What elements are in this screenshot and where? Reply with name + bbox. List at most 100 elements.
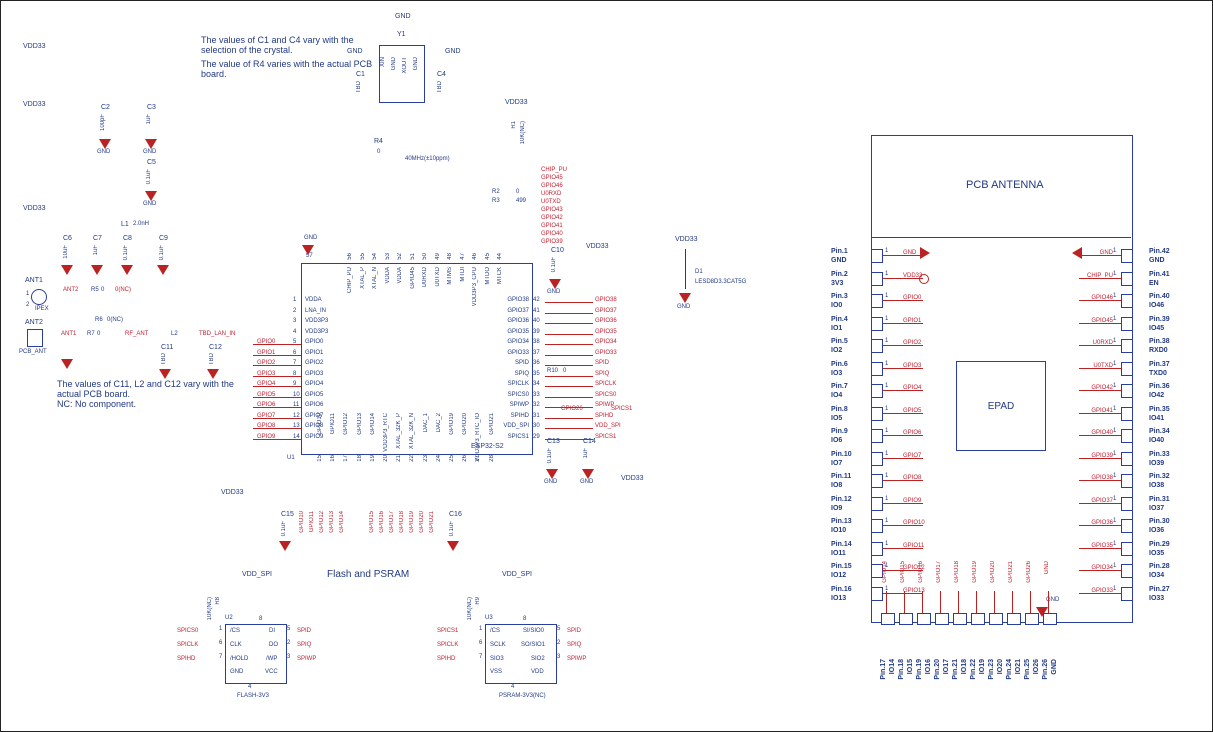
tnum-11: 45 bbox=[485, 253, 491, 260]
lpin-7: GPIO3 bbox=[305, 371, 323, 377]
rpin-1: GPIO37 bbox=[493, 308, 529, 314]
bnum-10: 25 bbox=[449, 455, 455, 462]
y1-xin: XIN bbox=[380, 57, 386, 67]
note-rf: The values of C11, L2 and C12 vary with … bbox=[57, 379, 247, 399]
rw-1 bbox=[545, 313, 593, 314]
brn-0: GPIO15 bbox=[369, 511, 375, 533]
bnum-5: 20 bbox=[383, 455, 389, 462]
ml-io-2: IO0 bbox=[831, 302, 842, 309]
tnet-1: GPIO45 bbox=[541, 175, 563, 181]
tpin-4: VDDA bbox=[397, 267, 403, 284]
c2-ref: C2 bbox=[101, 104, 110, 111]
ml-1-0: 1 bbox=[885, 248, 888, 254]
mr-pad-0 bbox=[1121, 249, 1133, 263]
u2#8: 8 bbox=[259, 616, 262, 622]
schematic-page: The values of C1 and C4 vary with the se… bbox=[0, 0, 1213, 732]
rnum-2: 40 bbox=[533, 318, 540, 324]
brn-4: GPIO19 bbox=[409, 511, 415, 533]
mr-pin-0: Pin.42 bbox=[1149, 248, 1170, 255]
ml-pad-11 bbox=[871, 497, 883, 511]
brn-5: GPIO20 bbox=[419, 511, 425, 533]
mr-pin-14: Pin.28 bbox=[1149, 563, 1170, 570]
ml-pin-14: Pin.15 bbox=[831, 563, 852, 570]
gnd-c2 bbox=[99, 139, 111, 149]
brn-6: GPIO21 bbox=[429, 511, 435, 533]
mr-1-10: 1 bbox=[1113, 473, 1116, 479]
ml-io-6: IO4 bbox=[831, 392, 842, 399]
gc10 bbox=[549, 279, 561, 289]
ml-net-9: GPIO7 bbox=[903, 453, 921, 459]
mr-pin-4: Pin.38 bbox=[1149, 338, 1170, 345]
mr-pin-8: Pin.34 bbox=[1149, 428, 1170, 435]
antenna-label: PCB ANTENNA bbox=[966, 179, 1044, 191]
bln-2: GPIO12 bbox=[319, 511, 325, 533]
g6 bbox=[61, 265, 73, 275]
u3#8: 8 bbox=[523, 616, 526, 622]
c9-val: 0.1uF bbox=[159, 245, 165, 260]
gc12 bbox=[207, 369, 219, 379]
r3-val: 499 bbox=[516, 198, 526, 204]
u3#5: 5 bbox=[557, 626, 560, 632]
rnet-0: GPIO38 bbox=[595, 297, 617, 303]
y1-ref: Y1 bbox=[397, 31, 406, 38]
r9-ref: R9 bbox=[475, 597, 481, 605]
u2p-clk: CLK bbox=[230, 642, 242, 648]
crystal-y1 bbox=[379, 45, 425, 103]
lpin-10: GPIO6 bbox=[305, 402, 323, 408]
mr-io-4: RXD0 bbox=[1149, 347, 1168, 354]
u2n0: SPICS0 bbox=[177, 628, 198, 634]
mr-net-9: GPIO39 bbox=[1069, 453, 1113, 459]
c11-val: TBD bbox=[161, 353, 167, 365]
ml-pad-10 bbox=[871, 474, 883, 488]
bpin-1: GPIO11 bbox=[330, 413, 336, 434]
rw-13 bbox=[545, 439, 593, 440]
mb-pad-0 bbox=[881, 613, 895, 625]
mb-w-7 bbox=[1012, 591, 1013, 613]
ml-pad-7 bbox=[871, 407, 883, 421]
rnet-7: SPIQ bbox=[595, 371, 609, 377]
c3-ref: C3 bbox=[147, 104, 156, 111]
vdd33-r1top: VDD33 bbox=[505, 99, 528, 106]
l1-ref: L1 bbox=[121, 221, 129, 228]
rnum-6: 36 bbox=[533, 360, 540, 366]
r5-net: 0(NC) bbox=[115, 287, 131, 293]
mr-io-13: IO35 bbox=[1149, 550, 1164, 557]
rnet-13: SPICS1 bbox=[595, 434, 616, 440]
mb-w-8 bbox=[1030, 591, 1031, 613]
ml-pad-0 bbox=[871, 249, 883, 263]
tnum-1: 55 bbox=[360, 253, 366, 260]
mb-pin-3: Pin.20 bbox=[934, 659, 941, 680]
mr-pin-2: Pin.40 bbox=[1149, 293, 1170, 300]
rw-10 bbox=[545, 407, 593, 408]
ml-pin-4: Pin.5 bbox=[831, 338, 848, 345]
c1-gnd: GND bbox=[347, 48, 363, 55]
ml-1-4: 1 bbox=[885, 338, 888, 344]
lw-1 bbox=[253, 355, 301, 356]
mr-io-6: IO42 bbox=[1149, 392, 1164, 399]
u2p-di: DI bbox=[269, 628, 275, 634]
rnum-7: 35 bbox=[533, 371, 540, 377]
lw-4 bbox=[253, 386, 301, 387]
g57 bbox=[302, 245, 314, 255]
u3p-cs: /CS bbox=[490, 628, 500, 634]
lpin-2: VDD3P3 bbox=[305, 318, 328, 324]
tnum-12: 44 bbox=[497, 253, 503, 260]
ant2-net: ANT2 bbox=[63, 287, 78, 293]
ml-1-1: 1 bbox=[885, 271, 888, 277]
tnet-9: GPIO39 bbox=[541, 239, 563, 245]
mb-pin-1: Pin.18 bbox=[898, 659, 905, 680]
r5-ref: R5 bbox=[91, 287, 99, 293]
rw-12 bbox=[545, 428, 593, 429]
rw-2 bbox=[545, 323, 593, 324]
u2#3: 3 bbox=[287, 654, 290, 660]
mb-w-0 bbox=[886, 591, 887, 613]
lw-6 bbox=[253, 407, 301, 408]
gant bbox=[61, 359, 73, 369]
rw-11 bbox=[545, 418, 593, 419]
mb-net-3: GPIO17 bbox=[936, 561, 942, 583]
rw-9 bbox=[545, 397, 593, 398]
tnum-9: 47 bbox=[460, 253, 466, 260]
ml-1-5: 1 bbox=[885, 361, 888, 367]
c8-ref: C8 bbox=[123, 235, 132, 242]
ml-net-6: GPIO4 bbox=[903, 385, 921, 391]
